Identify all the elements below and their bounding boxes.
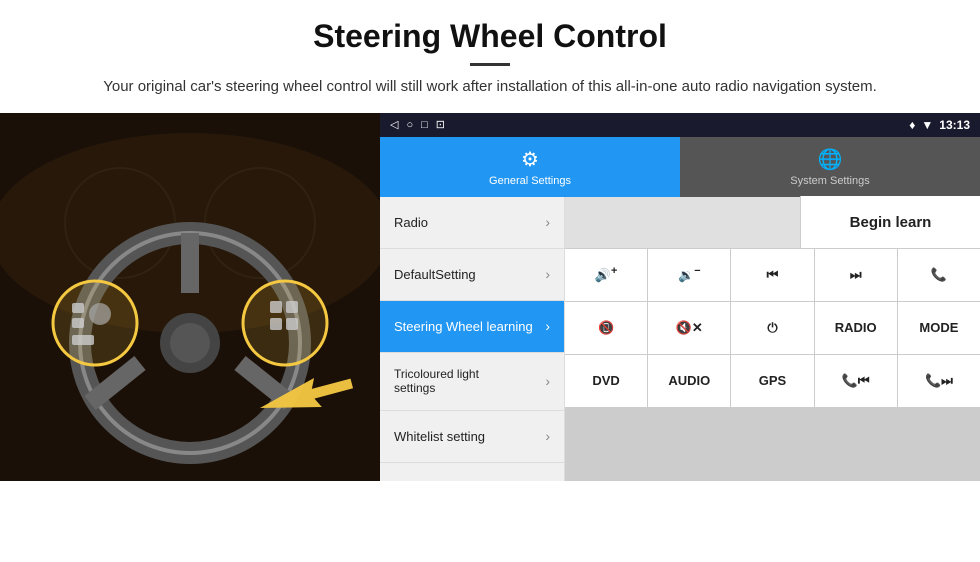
signal-icon: ▼ [921, 118, 933, 132]
vol-down-button[interactable]: 🔉− [648, 249, 730, 301]
phone-button[interactable]: 📞 [898, 249, 980, 301]
android-main: Radio › DefaultSetting › Steering Wheel … [380, 197, 980, 481]
mute-icon: 🔇✕ [676, 320, 703, 336]
back-icon[interactable]: ◁ [390, 118, 398, 131]
page-header: Steering Wheel Control Your original car… [0, 0, 980, 109]
chevron-icon-tricoloured: › [545, 373, 550, 389]
screenshot-icon[interactable]: ⊡ [436, 118, 445, 131]
audio-button[interactable]: AUDIO [648, 355, 730, 407]
gear-icon: ⚙ [521, 147, 539, 172]
page-wrapper: Steering Wheel Control Your original car… [0, 0, 980, 481]
page-subtitle: Your original car's steering wheel contr… [40, 76, 940, 99]
vol-up-button[interactable]: 🔊+ [565, 249, 647, 301]
tel-next-button[interactable]: 📞⏭ [898, 355, 980, 407]
chevron-icon-default: › [545, 266, 550, 282]
menu-label-radio: Radio [394, 215, 428, 230]
power-icon: ⏻ [767, 320, 777, 336]
mute-button[interactable]: 🔇✕ [648, 302, 730, 354]
next-track-icon: ⏭ [850, 267, 862, 283]
tel-prev-button[interactable]: 📞⏮ [815, 355, 897, 407]
menu-item-steering[interactable]: Steering Wheel learning › [380, 301, 564, 353]
top-nav: ⚙ General Settings 🌐 System Settings [380, 137, 980, 197]
tel-prev-icon: 📞⏮ [842, 373, 870, 389]
phone-icon: 📞 [931, 267, 947, 283]
chevron-icon-whitelist: › [545, 428, 550, 444]
menu-item-tricoloured[interactable]: Tricoloured lightsettings › [380, 353, 564, 411]
mode-button[interactable]: MODE [898, 302, 980, 354]
hang-up-button[interactable]: 📵 [565, 302, 647, 354]
dvd-button[interactable]: DVD [565, 355, 647, 407]
begin-learn-button[interactable]: Begin learn [800, 196, 980, 248]
chevron-icon-radio: › [545, 214, 550, 230]
next-track-button[interactable]: ⏭ [815, 249, 897, 301]
status-left-icons: ◁ ○ □ ⊡ [390, 118, 445, 131]
menu-list: Radio › DefaultSetting › Steering Wheel … [380, 197, 565, 481]
top-row: Begin learn [565, 197, 980, 249]
recent-icon[interactable]: □ [421, 119, 428, 131]
car-image-area [0, 113, 380, 481]
tab-general-settings[interactable]: ⚙ General Settings [380, 137, 680, 197]
gps-label: GPS [759, 373, 786, 388]
dvd-label: DVD [592, 373, 619, 388]
radio-button[interactable]: RADIO [815, 302, 897, 354]
power-button[interactable]: ⏻ [731, 302, 813, 354]
prev-track-button[interactable]: ⏮ [731, 249, 813, 301]
tab-system-settings[interactable]: 🌐 System Settings [680, 137, 980, 197]
audio-label: AUDIO [668, 373, 710, 388]
vol-up-icon: 🔊+ [595, 265, 618, 283]
radio-label: RADIO [835, 320, 877, 335]
hang-up-icon: 📵 [598, 320, 614, 336]
page-title: Steering Wheel Control [40, 18, 940, 55]
menu-label-default: DefaultSetting [394, 267, 476, 282]
prev-track-icon: ⏮ [767, 267, 779, 283]
home-icon[interactable]: ○ [406, 119, 413, 131]
menu-label-steering: Steering Wheel learning [394, 319, 533, 334]
right-panel: Begin learn 🔊+ 🔉− ⏮ [565, 197, 980, 481]
content-area: ◁ ○ □ ⊡ ♦ ▼ 13:13 ⚙ General Settings [0, 113, 980, 481]
location-icon: ♦ [909, 118, 915, 132]
globe-icon: 🌐 [818, 147, 843, 172]
status-bar: ◁ ○ □ ⊡ ♦ ▼ 13:13 [380, 113, 980, 137]
button-grid: 🔊+ 🔉− ⏮ ⏭ 📞 [565, 249, 980, 481]
steering-wheel-image [0, 113, 380, 481]
menu-label-tricoloured: Tricoloured lightsettings [394, 367, 479, 395]
title-divider [470, 63, 510, 66]
status-time: 13:13 [939, 118, 970, 132]
gps-button[interactable]: GPS [731, 355, 813, 407]
menu-item-radio[interactable]: Radio › [380, 197, 564, 249]
menu-item-whitelist[interactable]: Whitelist setting › [380, 411, 564, 463]
status-right: ♦ ▼ 13:13 [909, 118, 970, 132]
menu-label-whitelist: Whitelist setting [394, 429, 485, 444]
chevron-icon-steering: › [545, 318, 550, 334]
tel-next-icon: 📞⏭ [925, 373, 953, 389]
vol-down-icon: 🔉− [678, 265, 701, 283]
android-ui: ◁ ○ □ ⊡ ♦ ▼ 13:13 ⚙ General Settings [380, 113, 980, 481]
menu-item-defaultsetting[interactable]: DefaultSetting › [380, 249, 564, 301]
mode-label: MODE [919, 320, 958, 335]
